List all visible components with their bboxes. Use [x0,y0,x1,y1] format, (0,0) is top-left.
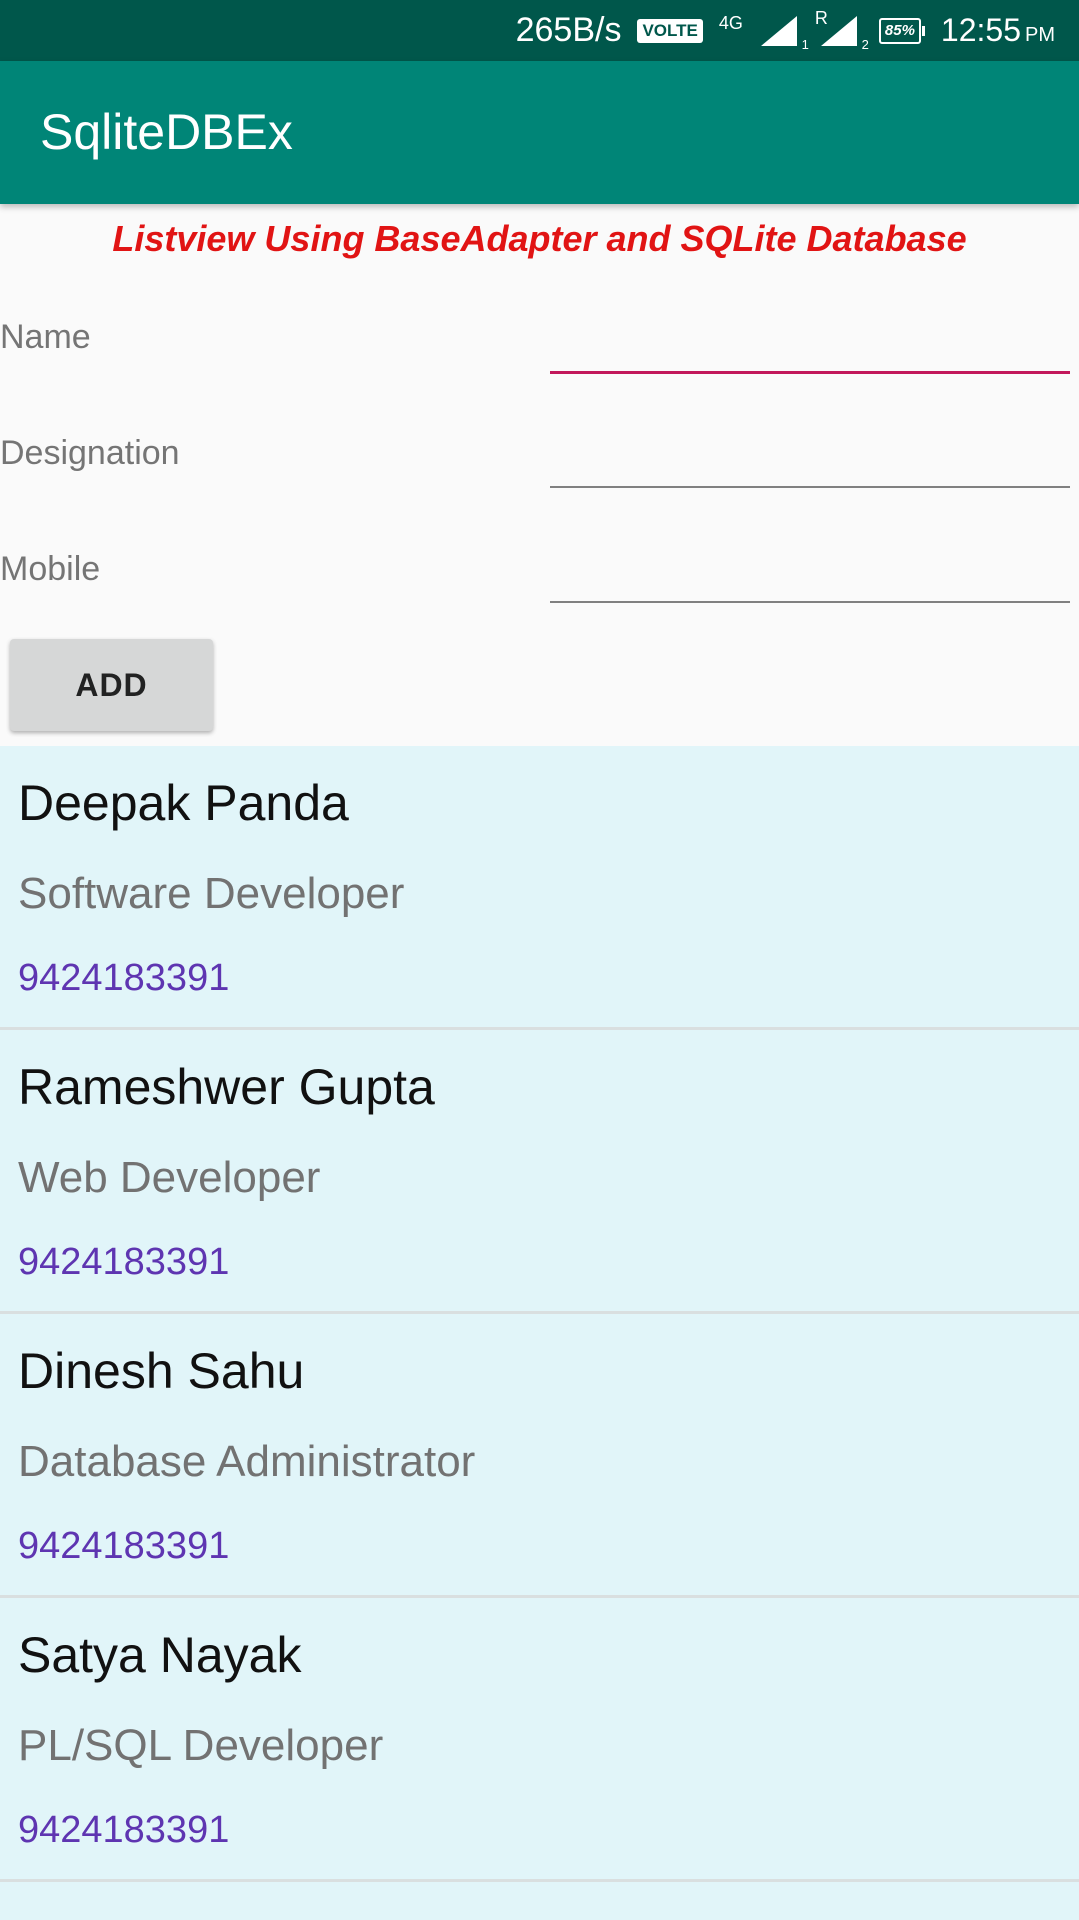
network-speed: 265B/s [515,11,622,49]
signal-sim1-icon: 1 [759,14,809,52]
name-label: Name [0,318,91,356]
list-item[interactable]: Rameshwer Gupta Web Developer 9424183391 [0,1030,1079,1314]
battery-level: 85% [878,17,921,44]
list-item[interactable]: Satya Nayak PL/SQL Developer 9424183391 [0,1598,1079,1882]
employee-list[interactable]: Deepak Panda Software Developer 94241833… [0,746,1079,1920]
employee-designation: Web Developer [18,1153,321,1202]
roaming-label: R [814,7,828,28]
mobile-label: Mobile [0,550,101,588]
list-item[interactable]: Deepak Panda Software Developer 94241833… [0,746,1079,1030]
list-item[interactable]: Dinesh Sahu Database Administrator 94241… [0,1314,1079,1598]
employee-name: Rameshwer Gupta [18,1059,435,1115]
network-type-4g: 4G [718,12,743,33]
employee-name: Dinesh Sahu [18,1343,305,1399]
employee-designation: Database Administrator [18,1437,476,1486]
employee-mobile: 9424183391 [18,1809,230,1851]
employee-mobile: 9424183391 [18,1525,230,1567]
designation-field[interactable] [550,436,1070,488]
volte-icon: VOLTE [637,18,703,43]
app-title: SqliteDBEx [40,104,293,160]
designation-label: Designation [0,434,180,472]
employee-designation: PL/SQL Developer [18,1721,384,1770]
employee-designation: Software Developer [18,869,405,918]
mobile-field[interactable] [550,551,1070,603]
clock-ampm: PM [1025,24,1055,46]
clock-time: 12:55 [940,12,1021,48]
employee-name: Deepak Panda [18,775,349,831]
name-field[interactable] [550,321,1070,374]
employee-mobile: 9424183391 [18,1241,230,1283]
signal-sim2-icon: R 2 [815,8,869,52]
battery-icon: 85% [878,17,925,44]
clock: 12:55 PM [941,12,1055,49]
sim1-label: 1 [801,36,809,52]
page-heading: Listview Using BaseAdapter and SQLite Da… [112,218,967,259]
app-bar: SqliteDBEx [0,61,1079,204]
sim2-label: 2 [861,36,869,52]
employee-name: Satya Nayak [18,1627,302,1683]
add-button[interactable]: ADD [10,639,213,731]
employee-mobile: 9424183391 [18,957,230,999]
status-bar: 265B/s VOLTE 4G 1 R 2 85% 12:55 PM [0,0,1079,61]
